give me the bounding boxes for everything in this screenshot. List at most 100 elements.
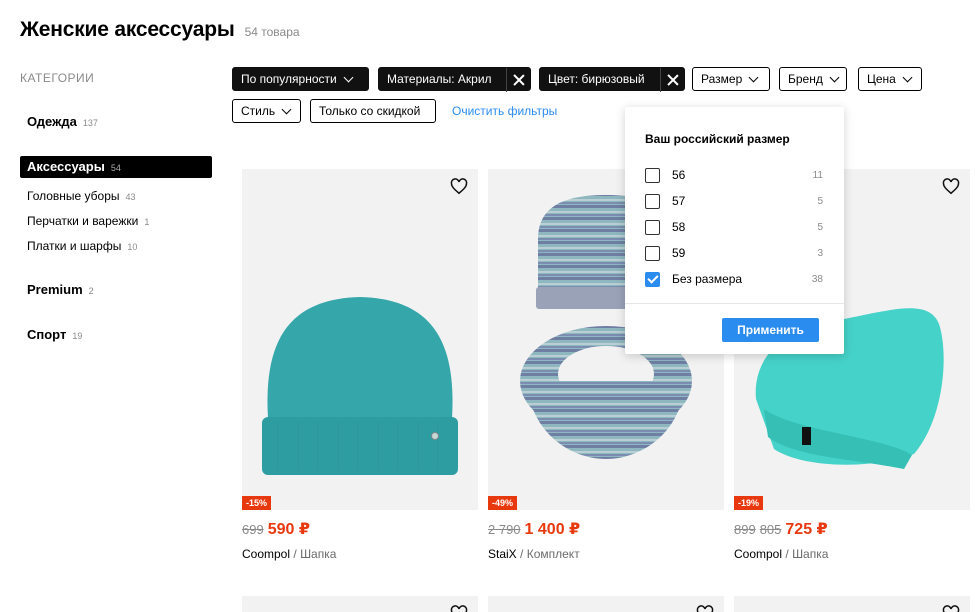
price-row: 899 805 725 ₽ — [734, 519, 828, 539]
size-filter-popup: Ваш российский размер 56 11 57 5 58 5 59… — [625, 107, 844, 354]
filter-chip-material[interactable]: Материалы: Акрил — [378, 67, 531, 92]
chevron-down-icon — [902, 72, 913, 82]
sidebar-item-clothing[interactable]: Одежда 137 — [20, 111, 212, 133]
heart-icon[interactable] — [450, 605, 468, 612]
size-option-label: 59 — [672, 246, 686, 260]
size-option-label: Без размера — [672, 272, 743, 286]
current-price: 590 ₽ — [267, 521, 310, 538]
categories-heading: Категории — [20, 71, 95, 85]
page-title: Женские аксессуары — [20, 18, 235, 41]
size-option-label: 58 — [672, 220, 686, 234]
checkbox[interactable] — [645, 219, 660, 235]
sort-label: По популярности — [241, 72, 337, 86]
product-card-partial[interactable] — [488, 596, 724, 612]
filter-label: Стиль — [241, 104, 276, 118]
checkbox[interactable] — [645, 167, 660, 183]
filter-chip-label: Материалы: Акрил — [387, 72, 492, 86]
brand-name: StaiX — [488, 547, 517, 561]
page-header: Женские аксессуары 54 товара — [20, 18, 300, 42]
clear-filters-link[interactable]: Очистить фильтры — [452, 104, 557, 118]
discount-only-toggle[interactable]: Только со скидкой — [310, 99, 436, 123]
filter-label: Только со скидкой — [319, 104, 421, 118]
heart-icon[interactable] — [942, 605, 960, 612]
size-option-label: 56 — [672, 168, 686, 182]
price-row: 699 590 ₽ — [242, 519, 310, 539]
title-separator: / — [785, 547, 789, 561]
product-type: Шапка — [792, 547, 829, 561]
sidebar-item-sport[interactable]: Спорт 19 — [20, 324, 212, 346]
divider — [625, 303, 844, 304]
sidebar-item-premium[interactable]: Premium 2 — [20, 279, 212, 301]
remove-filter-button[interactable] — [506, 68, 530, 92]
sidebar-item-label: Аксессуары — [27, 159, 105, 174]
sidebar-item-count: 1 — [144, 217, 150, 227]
sidebar-item-count: 2 — [88, 286, 94, 296]
brand-name: Coompol — [242, 547, 291, 561]
price-row: 2 790 1 400 ₽ — [488, 519, 580, 539]
category-sidebar: Категории Одежда 137 Аксессуары 54 Голов… — [20, 71, 212, 346]
product-type: Комплект — [526, 547, 580, 561]
brand-filter-dropdown[interactable]: Бренд — [779, 67, 847, 91]
old-price: 899 — [734, 522, 756, 537]
apply-button[interactable]: Применить — [722, 318, 819, 342]
size-option-count: 11 — [812, 169, 823, 181]
size-option-58[interactable]: 58 5 — [645, 217, 823, 237]
discount-badge: -19% — [734, 496, 764, 510]
product-card-partial[interactable] — [242, 596, 478, 612]
old-price: 2 790 — [488, 522, 521, 537]
size-option-59[interactable]: 59 3 — [645, 243, 823, 263]
sidebar-item-label: Premium — [27, 282, 83, 297]
sidebar-item-gloves[interactable]: Перчатки и варежки 1 — [20, 209, 212, 234]
size-option-count: 5 — [817, 221, 823, 233]
style-filter-dropdown[interactable]: Стиль — [232, 99, 301, 123]
product-card-partial[interactable] — [734, 596, 970, 612]
chevron-down-icon — [343, 72, 354, 82]
sidebar-item-count: 54 — [110, 163, 121, 173]
product-title[interactable]: StaiX / Комплект — [488, 547, 580, 561]
size-option-57[interactable]: 57 5 — [645, 191, 823, 211]
old-price: 699 — [242, 522, 264, 537]
sidebar-item-count: 137 — [82, 118, 98, 128]
title-separator: / — [293, 547, 297, 561]
product-count: 54 товара — [244, 25, 300, 39]
heart-icon[interactable] — [696, 605, 714, 612]
filter-chip-color[interactable]: Цвет: бирюзовый — [539, 67, 685, 92]
remove-filter-button[interactable] — [660, 68, 684, 92]
size-option-count: 3 — [817, 247, 823, 259]
teal-beanie-image — [262, 297, 458, 475]
title-separator: / — [520, 547, 524, 561]
sidebar-item-count: 43 — [125, 192, 136, 202]
sidebar-item-label: Одежда — [27, 114, 77, 129]
product-type: Шапка — [300, 547, 337, 561]
sidebar-item-headwear[interactable]: Головные уборы 43 — [20, 184, 212, 209]
product-title[interactable]: Coompol / Шапка — [242, 547, 336, 561]
size-option-count: 5 — [817, 195, 823, 207]
checkbox-checked[interactable] — [645, 271, 660, 287]
product-title[interactable]: Coompol / Шапка — [734, 547, 828, 561]
size-filter-dropdown[interactable]: Размер — [692, 67, 770, 91]
chevron-down-icon — [281, 104, 292, 114]
checkbox[interactable] — [645, 245, 660, 261]
checkbox[interactable] — [645, 193, 660, 209]
discount-badge: -15% — [242, 496, 272, 510]
filter-label: Бренд — [788, 72, 823, 86]
sort-dropdown[interactable]: По популярности — [232, 67, 369, 91]
sidebar-item-label: Головные уборы — [27, 189, 120, 203]
brand-name: Coompol — [734, 547, 783, 561]
sidebar-item-count: 19 — [72, 331, 83, 341]
size-option-56[interactable]: 56 11 — [645, 165, 823, 185]
close-icon — [513, 74, 525, 86]
filter-label: Размер — [701, 72, 743, 86]
product-image[interactable]: -15% — [242, 169, 478, 510]
sidebar-item-label: Спорт — [27, 327, 67, 342]
size-option-no-size[interactable]: Без размера 38 — [645, 269, 823, 289]
close-icon — [667, 74, 679, 86]
sidebar-item-scarves[interactable]: Платки и шарфы 10 — [20, 234, 212, 259]
heart-icon[interactable] — [450, 178, 468, 195]
price-filter-dropdown[interactable]: Цена — [858, 67, 922, 91]
filter-label: Цена — [867, 72, 896, 86]
sidebar-item-accessories[interactable]: Аксессуары 54 — [20, 156, 212, 178]
heart-icon[interactable] — [942, 178, 960, 195]
size-option-label: 57 — [672, 194, 686, 208]
old-price-2: 805 — [759, 522, 782, 537]
